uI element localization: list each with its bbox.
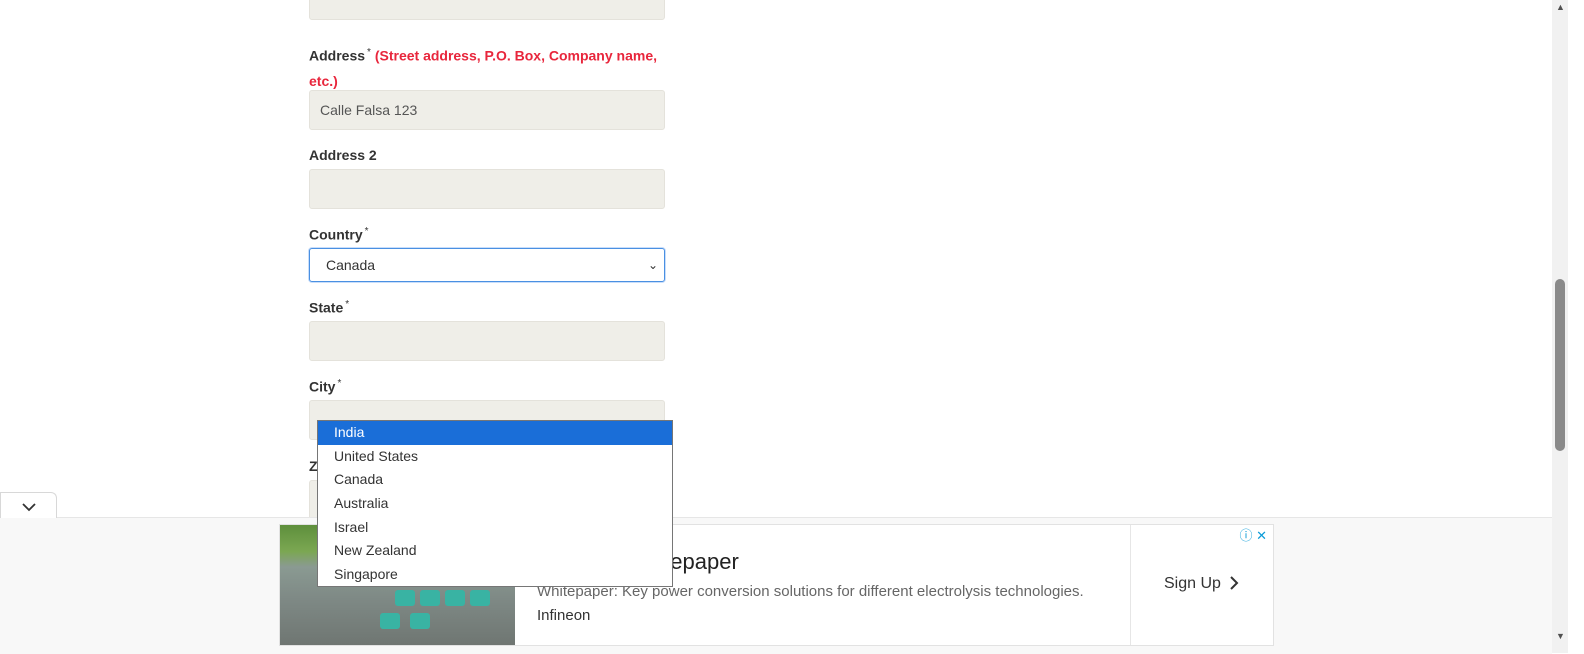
scroll-up-icon[interactable]: ▲ — [1556, 2, 1565, 12]
ad-divider — [1130, 525, 1131, 645]
page-scrollbar[interactable]: ▲ ▼ — [1552, 0, 1568, 653]
close-icon[interactable]: ✕ — [1256, 528, 1267, 543]
ad-sign-up-button[interactable]: Sign Up — [1164, 575, 1239, 593]
dropdown-option[interactable]: Singapore — [318, 563, 672, 587]
state-label: State * — [309, 299, 350, 316]
chevron-down-icon — [21, 503, 36, 512]
previous-field[interactable] — [309, 0, 665, 20]
address-input[interactable]: Calle Falsa 123 — [309, 90, 665, 130]
ad-brand: Infineon — [537, 607, 591, 624]
city-label: City * — [309, 378, 342, 395]
dropdown-option[interactable]: United States — [318, 445, 672, 469]
chevron-down-icon: ⌄ — [647, 258, 658, 272]
dropdown-option[interactable]: New Zealand — [318, 539, 672, 563]
address-input-value: Calle Falsa 123 — [320, 102, 418, 118]
state-input[interactable] — [309, 321, 665, 361]
dropdown-option[interactable]: Australia — [318, 492, 672, 516]
address-label: Address * (Street address, P.O. Box, Comp… — [309, 47, 657, 89]
country-select[interactable]: Canada ⌄ — [309, 248, 665, 282]
dropdown-option[interactable]: Canada — [318, 468, 672, 492]
country-dropdown-list[interactable]: India United States Canada Australia Isr… — [317, 420, 673, 587]
country-label: Country * — [309, 226, 369, 243]
dropdown-option[interactable]: Israel — [318, 516, 672, 540]
chevron-right-icon — [1230, 576, 1239, 590]
address2-input[interactable] — [309, 169, 665, 209]
dropdown-option[interactable]: India — [318, 421, 672, 445]
ad-controls: ⓘ ✕ — [1239, 525, 1267, 544]
country-select-value: Canada — [326, 257, 376, 273]
address2-label: Address 2 — [309, 147, 377, 163]
info-icon[interactable]: ⓘ — [1239, 528, 1252, 543]
collapse-ad-button[interactable] — [0, 492, 57, 518]
scrollbar-thumb[interactable] — [1555, 279, 1565, 451]
scroll-down-icon[interactable]: ▼ — [1556, 631, 1565, 641]
